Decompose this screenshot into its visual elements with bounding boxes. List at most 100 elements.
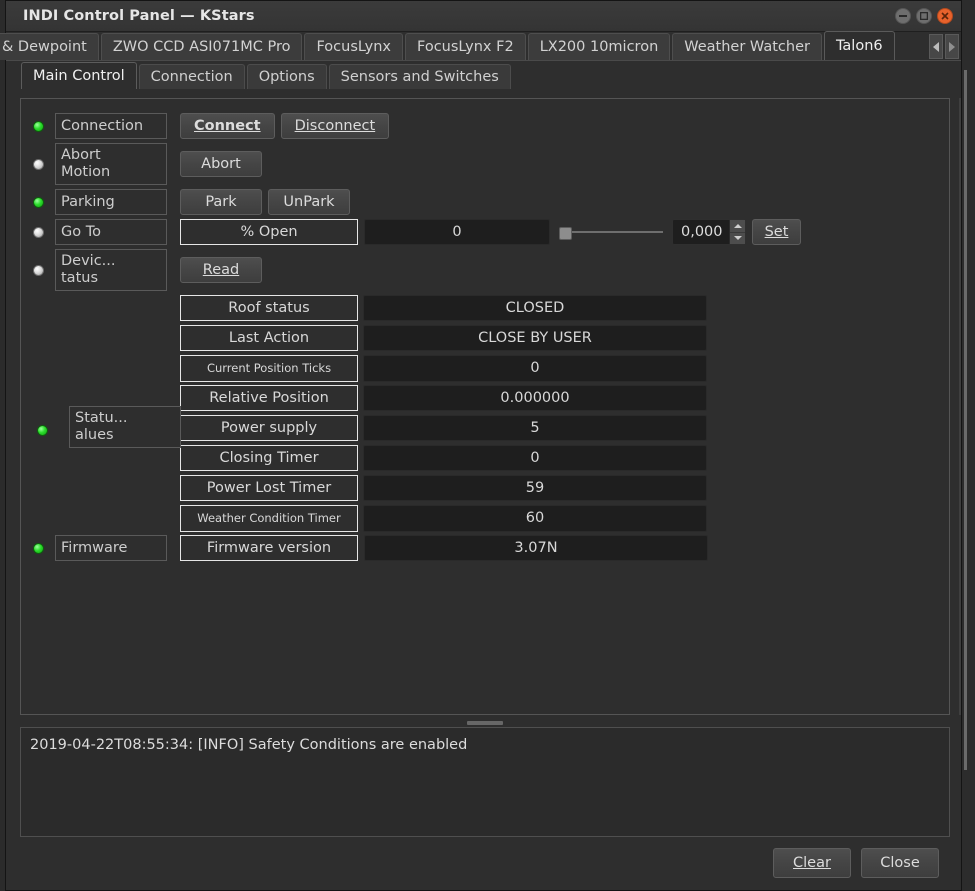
clear-button-label: Clear	[793, 854, 831, 871]
device-tab-focuslynx-f2[interactable]: FocusLynx F2	[405, 33, 526, 60]
tab-connection[interactable]: Connection	[138, 64, 245, 89]
property-row-device-status: Devic... tatus Read	[21, 249, 949, 291]
read-button[interactable]: Read	[180, 257, 262, 283]
unpark-button[interactable]: UnPark	[268, 189, 350, 215]
read-button-label: Read	[202, 262, 240, 278]
field-value-percent-open: 0	[364, 219, 550, 245]
status-row-power-lost-timer: Power Lost Timer 59	[21, 475, 949, 501]
status-led-firmware	[32, 542, 44, 554]
property-tab-label: Main Control	[33, 68, 125, 84]
device-tab-label: Talon6	[835, 38, 883, 54]
unpark-button-label: UnPark	[283, 194, 335, 210]
maximize-icon[interactable]	[916, 8, 932, 24]
status-led-connection	[32, 120, 44, 132]
abort-button[interactable]: Abort	[180, 151, 262, 177]
minimize-icon[interactable]	[895, 8, 911, 24]
tab-main-control[interactable]: Main Control	[21, 62, 137, 89]
device-tab-bar[interactable]: & Dewpoint ZWO CCD ASI071MC Pro FocusLyn…	[0, 31, 961, 61]
indi-control-panel-window: INDI Control Panel — KStars & Dewpoint Z…	[0, 0, 962, 891]
property-label-connection: Connection	[55, 113, 167, 139]
status-value-last-action: CLOSE BY USER	[363, 325, 707, 351]
status-label-power-supply: Power supply	[180, 415, 358, 441]
percent-open-slider[interactable]	[559, 222, 663, 242]
device-tab-talon6[interactable]: Talon6	[823, 31, 895, 60]
connect-button-label: Connect	[194, 118, 261, 134]
window-title: INDI Control Panel — KStars	[23, 8, 255, 24]
device-tab-weather-watcher[interactable]: Weather Watcher	[672, 33, 822, 60]
status-label-relative-position: Relative Position	[180, 385, 358, 411]
status-row-last-action: Last Action CLOSE BY USER	[21, 325, 949, 351]
spinner-down-icon[interactable]	[730, 232, 745, 244]
splitter-grip-icon[interactable]	[467, 720, 503, 725]
led-cell	[21, 226, 55, 238]
property-label-line1: Abort	[61, 147, 101, 163]
clear-button[interactable]: Clear	[773, 847, 851, 878]
percent-open-spinbox[interactable]: 0,000	[672, 219, 746, 245]
status-value-roof-status: CLOSED	[363, 295, 707, 321]
spinbox-arrows	[729, 220, 745, 244]
status-value-closing-timer: 0	[363, 445, 707, 471]
panel-splitter[interactable]	[20, 718, 950, 727]
connect-button[interactable]: Connect	[180, 113, 275, 139]
disconnect-button-label: Disconnect	[294, 118, 376, 134]
status-label-firmware-version: Firmware version	[180, 535, 358, 561]
status-led-go-to	[32, 226, 44, 238]
disconnect-button[interactable]: Disconnect	[280, 113, 390, 139]
device-tab-focuslynx[interactable]: FocusLynx	[304, 33, 403, 60]
log-output[interactable]: 2019-04-22T08:55:34: [INFO] Safety Condi…	[20, 727, 950, 837]
close-button[interactable]: Close	[861, 847, 939, 878]
device-tab-label: FocusLynx	[316, 39, 391, 55]
property-label-line1: Statu...	[75, 410, 128, 426]
property-label-line1: Devic...	[61, 253, 116, 269]
status-label-current-position-ticks: Current Position Ticks	[180, 354, 358, 382]
spinner-up-icon[interactable]	[730, 220, 745, 233]
status-led-device-status	[32, 264, 44, 276]
property-row-abort-motion: Abort Motion Abort	[21, 143, 949, 185]
close-button-label: Close	[880, 854, 920, 871]
background-window-scrollbar[interactable]	[964, 70, 967, 770]
tab-sensors-and-switches[interactable]: Sensors and Switches	[328, 64, 511, 89]
park-button[interactable]: Park	[180, 189, 262, 215]
property-controls-device-status: Read	[180, 257, 262, 283]
property-label-go-to: Go To	[55, 219, 167, 245]
close-icon[interactable]	[937, 8, 953, 24]
status-label-weather-condition-timer: Weather Condition Timer	[180, 504, 358, 532]
property-row-go-to: Go To % Open 0 0,000 Set	[21, 219, 949, 245]
device-tab-label: ZWO CCD ASI071MC Pro	[112, 39, 291, 55]
property-controls-parking: Park UnPark	[180, 189, 350, 215]
property-label-line2: Motion	[61, 164, 111, 180]
status-led-status-values	[37, 425, 48, 436]
status-value-power-lost-timer: 59	[363, 475, 707, 501]
tab-options[interactable]: Options	[246, 64, 327, 89]
property-controls-firmware: Firmware version 3.07N	[180, 535, 708, 561]
property-tab-bar[interactable]: Main Control Connection Options Sensors …	[6, 61, 961, 89]
status-row-weather-condition-timer: Weather Condition Timer 60	[21, 504, 949, 532]
status-value-relative-position: 0.000000	[363, 385, 707, 411]
status-row-roof-status: Roof status CLOSED	[21, 295, 949, 321]
status-values-group: Statu... alues Roof status CLOSED Last A…	[21, 295, 949, 532]
main-control-panel: Connection Connect Disconnect Abort Moti…	[20, 98, 950, 715]
park-button-label: Park	[205, 194, 237, 210]
status-value-firmware-version: 3.07N	[364, 535, 708, 561]
chevron-right-icon[interactable]	[945, 34, 959, 59]
title-bar[interactable]: INDI Control Panel — KStars	[6, 1, 961, 32]
property-row-connection: Connection Connect Disconnect	[21, 113, 949, 139]
set-button[interactable]: Set	[752, 219, 801, 245]
screen: INDI Control Panel — KStars & Dewpoint Z…	[0, 0, 975, 891]
field-label-percent-open: % Open	[180, 219, 358, 245]
slider-handle[interactable]	[559, 227, 572, 240]
content-right-edge	[959, 98, 961, 715]
chevron-left-icon[interactable]	[929, 34, 943, 59]
device-tab-dewpoint[interactable]: & Dewpoint	[0, 33, 99, 60]
status-led-parking	[32, 196, 44, 208]
spinbox-value[interactable]: 0,000	[673, 220, 729, 244]
status-row-closing-timer: Closing Timer 0	[21, 445, 949, 471]
property-controls-abort-motion: Abort	[180, 151, 262, 177]
device-tab-label: Weather Watcher	[684, 39, 810, 55]
device-tab-lx200-10micron[interactable]: LX200 10micron	[527, 33, 671, 60]
status-value-power-supply: 5	[363, 415, 707, 441]
device-tab-label: FocusLynx F2	[417, 39, 514, 55]
slider-track	[569, 231, 663, 233]
device-tab-zwo-ccd[interactable]: ZWO CCD ASI071MC Pro	[100, 33, 303, 60]
property-controls-go-to: % Open 0 0,000 Set	[180, 219, 801, 245]
